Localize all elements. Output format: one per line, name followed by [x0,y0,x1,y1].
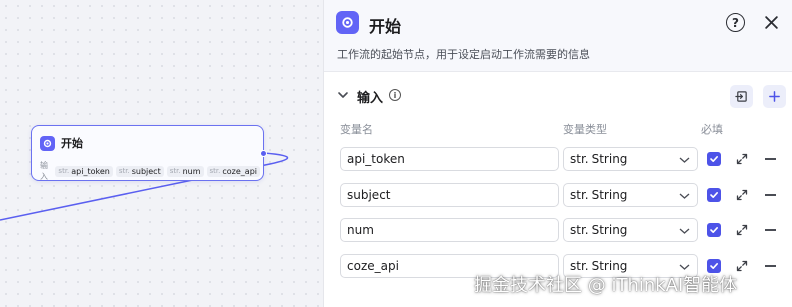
check-icon [710,192,718,198]
variable-type-select[interactable]: str. String [563,218,698,242]
start-node-header: 开始 [40,135,83,151]
node-input-label: 输入 [40,161,48,181]
start-node[interactable]: 开始 输入 str. api_token str. subject str. n… [31,125,267,182]
node-param-type: str. [118,167,130,175]
expand-icon[interactable] [736,260,748,272]
required-checkbox[interactable] [707,188,721,202]
expand-icon[interactable] [736,153,748,165]
variable-row: str. String [324,147,792,173]
column-header-required: 必填 [701,123,723,136]
variable-name-input[interactable] [340,183,559,207]
type-prefix: str. [570,223,589,237]
start-node-title: 开始 [61,137,83,150]
required-checkbox[interactable] [707,223,721,237]
panel-title: 开始 [369,17,402,36]
node-param-chip: str. coze_api [206,165,260,177]
minus-icon[interactable] [765,265,776,267]
chevron-down-icon [679,157,690,163]
close-icon[interactable] [764,15,779,30]
minus-icon[interactable] [765,194,776,196]
type-value: String [591,223,628,237]
import-button[interactable] [730,85,753,108]
panel-header: 开始 ? 工作流的起始节点，用于设定启动工作流需要的信息 [324,0,792,72]
chevron-down-icon [679,264,690,270]
node-param-chip: str. num [166,165,204,177]
check-icon [710,227,718,233]
panel-description: 工作流的起始节点，用于设定启动工作流需要的信息 [337,48,590,61]
node-param-type: str. [58,167,70,175]
minus-icon[interactable] [765,158,776,160]
chevron-down-icon [679,193,690,199]
variable-row: str. String [324,218,792,244]
minus-icon[interactable] [765,229,776,231]
plus-icon [769,91,780,102]
variable-name-input[interactable] [340,147,559,171]
add-variable-button[interactable] [763,85,786,108]
info-icon[interactable]: i [389,89,401,101]
variable-type-select[interactable]: str. String [563,183,698,207]
column-header-name: 变量名 [340,123,373,136]
type-value: String [591,152,628,166]
chevron-down-icon [679,228,690,234]
node-param-name: num [182,166,201,176]
help-icon[interactable]: ? [726,13,745,32]
node-param-name: subject [131,166,161,176]
import-icon [735,91,747,102]
check-icon [710,156,718,162]
node-param-type: str. [169,167,181,175]
column-header-type: 变量类型 [563,123,607,136]
input-section-title: 输入 [357,91,384,106]
type-value: String [591,188,628,202]
expand-icon[interactable] [736,189,748,201]
variable-type-select[interactable]: str. String [563,147,698,171]
output-handle[interactable] [260,150,267,157]
node-param-chip: str. api_token [55,165,113,177]
node-param-name: coze_api [222,166,257,176]
node-config-panel: 开始 ? 工作流的起始节点，用于设定启动工作流需要的信息 输入 i 变量名 变量… [323,0,792,307]
start-icon [40,135,55,151]
expand-icon[interactable] [736,224,748,236]
type-prefix: str. [570,152,589,166]
start-icon [336,11,359,34]
required-checkbox[interactable] [707,152,721,166]
workflow-canvas[interactable]: 开始 输入 str. api_token str. subject str. n… [0,0,323,307]
type-prefix: str. [570,188,589,202]
watermark: 掘金技术社区 @ iThinkAI智能体 [474,275,738,296]
start-node-params: 输入 str. api_token str. subject str. num … [40,160,263,182]
node-param-chip: str. subject [115,165,164,177]
variable-name-input[interactable] [340,218,559,242]
node-param-name: api_token [71,166,110,176]
node-param-type: str. [209,167,221,175]
variable-row: str. String [324,183,792,209]
chevron-down-icon[interactable] [337,90,349,100]
check-icon [710,263,718,269]
